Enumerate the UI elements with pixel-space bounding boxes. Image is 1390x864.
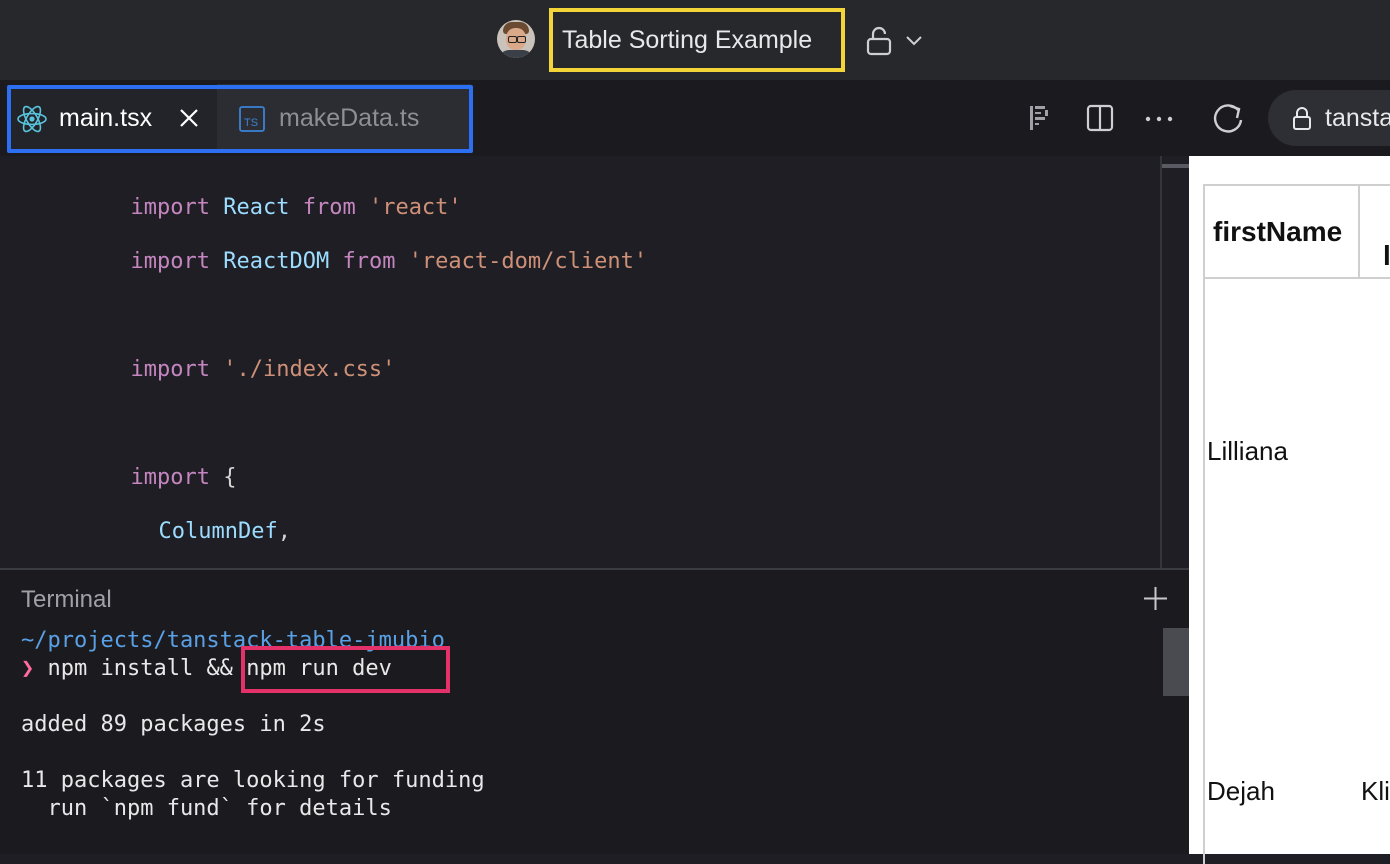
prettier-icon[interactable] [1028, 104, 1050, 132]
terminal-output-line: added 89 packages in 2s [21, 712, 326, 737]
code-punctuation: { [223, 465, 237, 490]
lock-icon [1293, 107, 1311, 130]
terminal-output-line: 11 packages are looking for funding [21, 768, 485, 793]
table-cell: Dejah [1207, 776, 1275, 806]
column-header-firstname[interactable]: firstName [1213, 216, 1342, 248]
code-line[interactable]: import './index.css' [104, 332, 396, 382]
code-line[interactable]: import ReactDOM from 'react-dom/client' [104, 224, 648, 274]
avatar-glasses-left [508, 36, 517, 43]
split-editor-icon[interactable] [1086, 104, 1114, 132]
code-keyword: import [130, 357, 210, 382]
more-icon[interactable] [1144, 116, 1174, 122]
code-identifier: ReactDOM [223, 249, 330, 274]
tabs-highlight-box [7, 85, 473, 153]
code-keyword: import [130, 465, 210, 490]
terminal-command-pre: npm install && [47, 656, 247, 681]
terminal-output-line: run `npm fund` for details [21, 796, 392, 821]
code-string: 'react' [368, 195, 462, 220]
code-keyword: from [302, 195, 356, 220]
url-text[interactable]: tanstack [1325, 104, 1390, 133]
editor-scrollbar-track[interactable] [1160, 156, 1162, 568]
avatar-shirt [499, 50, 533, 58]
code-string: 'react-dom/client' [408, 249, 648, 274]
code-keyword: from [342, 249, 396, 274]
prompt-icon: ❯ [21, 656, 35, 681]
table-cell: Lilliana [1207, 436, 1288, 466]
reload-icon[interactable] [1210, 100, 1246, 136]
user-avatar[interactable] [497, 20, 535, 58]
header-divider [1203, 277, 1390, 279]
plus-icon[interactable] [1142, 585, 1169, 612]
chevron-down-icon[interactable] [905, 33, 923, 47]
code-keyword: import [130, 249, 210, 274]
code-identifier: ColumnDef [158, 519, 278, 544]
data-table [1203, 184, 1390, 864]
code-punctuation: , [277, 519, 291, 544]
code-line[interactable]: flexRender, [132, 548, 304, 568]
terminal-title: Terminal [21, 586, 112, 613]
code-string: './index.css' [223, 357, 396, 382]
terminal-scrollbar-thumb[interactable] [1163, 628, 1189, 696]
window-title[interactable]: Table Sorting Example [562, 26, 812, 55]
code-identifier: React [223, 195, 290, 220]
table-cell: Kli [1361, 776, 1390, 806]
command-highlight-box [241, 646, 450, 693]
code-line[interactable]: import { [104, 440, 237, 490]
code-keyword: import [130, 195, 210, 220]
code-line[interactable]: ColumnDef, [132, 494, 291, 544]
editor-scrollbar-thumb[interactable] [1162, 164, 1189, 168]
column-divider [1358, 184, 1360, 278]
avatar-glasses-right [517, 36, 526, 43]
code-line[interactable]: import React from 'react' [104, 170, 462, 220]
column-header-lastname[interactable]: l [1383, 240, 1390, 272]
unlock-icon[interactable] [866, 26, 892, 56]
